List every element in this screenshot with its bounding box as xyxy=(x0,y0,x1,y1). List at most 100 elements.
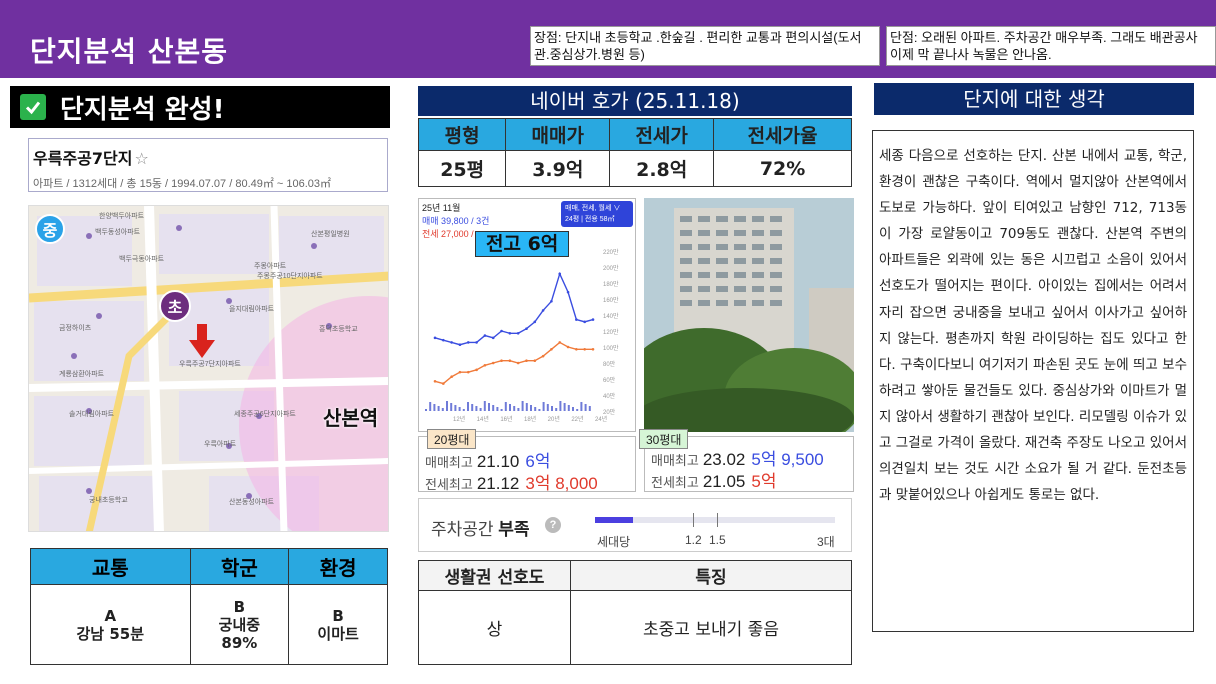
grade-environment: B 이마트 xyxy=(288,584,388,665)
chart-point xyxy=(475,341,478,344)
chart-volume-bar xyxy=(462,409,465,411)
chart-point xyxy=(450,375,453,379)
chart-point xyxy=(583,320,586,324)
parking-bar-fill xyxy=(595,517,634,523)
price-header-sale: 매매가 xyxy=(505,118,611,151)
cons-note: 단점: 오래된 아파트. 주차공간 매우부족. 그래도 배관공사 이제 막 끝나… xyxy=(886,26,1216,66)
chart-date-label: 25년 11월 xyxy=(422,203,461,213)
parking-tick-label-2: 1.5 xyxy=(709,533,726,547)
svg-text:솔거대림아파트: 솔거대림아파트 xyxy=(69,409,115,418)
middle-school-badge[interactable]: 중 xyxy=(35,214,65,244)
chart-xtick-label: 16년 xyxy=(500,415,512,423)
chart-volume-bar xyxy=(429,402,432,411)
analysis-complete-banner: 단지분석 완성! xyxy=(10,86,390,128)
grade-school: B 궁내중 89% xyxy=(189,584,290,665)
chart-volume-bar xyxy=(504,402,507,411)
chart-point xyxy=(516,331,520,335)
chart-plot: 220만 200만 180만 160만 140만 120만 100만 80만 60만 40만 20만… xyxy=(425,248,619,423)
chart-point xyxy=(525,359,528,363)
chart-volume-bar xyxy=(542,402,545,411)
chart-point xyxy=(458,343,462,347)
chart-volume-bar xyxy=(441,408,444,411)
chart-volume-bar xyxy=(437,406,440,411)
parking-tick-label-1: 1.2 xyxy=(685,533,702,547)
apartment-photo xyxy=(644,198,854,432)
parking-widget: 주차공간 부족 ? 세대당 1.2 1.5 3대 xyxy=(418,498,852,552)
svg-text:백두극동아파트: 백두극동아파트 xyxy=(119,254,165,263)
parking-tick-1 xyxy=(693,513,694,527)
chart-volume-bar xyxy=(525,403,528,411)
chart-xtick-label: 12년 xyxy=(453,415,465,423)
chart-xtick-label: 18년 xyxy=(524,415,536,423)
price-jeonse: 2.8억 xyxy=(609,150,715,187)
svg-text:주몽아파트: 주몽아파트 xyxy=(254,261,287,270)
chart-ytick-label: 60만 xyxy=(603,376,616,384)
svg-text:우륵주공7단지아파트: 우륵주공7단지아파트 xyxy=(179,359,241,368)
chart-point xyxy=(591,318,595,321)
chart-point xyxy=(575,347,578,351)
naver-price-table: 평형 매매가 전세가 전세가율 25평 3.9억 2.8억 72% xyxy=(417,118,852,187)
chart-point xyxy=(558,272,562,276)
chart-ytick-label: 200만 xyxy=(603,264,619,272)
chart-point xyxy=(508,359,512,363)
chart-point xyxy=(541,309,545,312)
chart-point xyxy=(466,341,470,344)
chart-point xyxy=(442,382,445,385)
chart-ytick-label: 120만 xyxy=(603,328,619,336)
chart-xtick-label: 20년 xyxy=(548,415,560,423)
chart-point xyxy=(550,299,553,303)
chart-volume-bar xyxy=(546,404,549,411)
chart-volume-bar xyxy=(454,405,457,411)
chart-point xyxy=(458,370,462,374)
svg-text:산본동성아파트: 산본동성아파트 xyxy=(229,497,275,506)
chart-volume-bar xyxy=(563,403,566,411)
chart-ytick-label: 180만 xyxy=(603,280,619,288)
chart-point xyxy=(541,354,545,358)
chart-volume-bar xyxy=(567,405,570,411)
price-history-chart[interactable]: 25년 11월 매매 39,800 / 3건 전세 27,000 / 매매, 전… xyxy=(418,198,636,432)
chart-ytick-label: 20만 xyxy=(603,408,616,416)
svg-text:백두동성아파트: 백두동성아파트 xyxy=(95,227,141,236)
complex-meta: 아파트 / 1312세대 / 총 15동 / 1994.07.07 / 80.4… xyxy=(33,178,332,190)
page-title: 단지분석 산본동 xyxy=(30,35,229,68)
complex-name: 우륵주공7단지 xyxy=(33,149,133,168)
elementary-school-badge[interactable]: 초 xyxy=(159,290,191,322)
price-ratio: 72% xyxy=(713,150,852,187)
chart-volume-bar xyxy=(555,408,558,411)
chart-point xyxy=(533,359,537,363)
parking-left-label: 세대당 xyxy=(597,535,631,549)
chart-ytick-label: 220만 xyxy=(603,248,619,256)
chart-volume-bar xyxy=(475,406,478,411)
complex-name-row: 우륵주공7단지 ☆ xyxy=(33,145,383,169)
chart-volume-bar xyxy=(488,403,490,411)
svg-text:계룡삼환아파트: 계룡삼환아파트 xyxy=(59,369,105,378)
chart-volume-bar xyxy=(517,408,520,411)
chart-filter-dropdown[interactable]: 매매, 전세, 월세 ∨ 24평 | 전용 58㎡ xyxy=(561,201,633,227)
svg-text:세종주공6단지아파트: 세종주공6단지아파트 xyxy=(234,409,296,418)
parking-bar xyxy=(595,517,835,523)
svg-text:우륵아파트: 우륵아파트 xyxy=(204,439,237,448)
grade-header-transport: 교통 xyxy=(30,548,191,585)
price-header-size: 평형 xyxy=(417,118,507,151)
chart-ytick-label: 40만 xyxy=(603,392,616,400)
help-icon[interactable]: ? xyxy=(545,517,561,533)
checkmark-icon xyxy=(20,94,46,120)
complex-info-card[interactable]: 우륵주공7단지 ☆ 아파트 / 1312세대 / 총 15동 / 1994.07.… xyxy=(28,138,388,192)
record-tag-20: 20평대 xyxy=(427,429,477,449)
svg-text:궁내초등학교: 궁내초등학교 xyxy=(89,495,128,504)
chart-series-sale xyxy=(434,271,594,346)
location-map[interactable]: 한양백두아파트 백두동성아파트 백두극동아파트 주몽아파트 주몽주공10단지아파… xyxy=(28,205,389,532)
chart-volume-bar xyxy=(471,404,474,411)
chart-point xyxy=(550,347,553,351)
pref-feature: 초중고 보내기 좋음 xyxy=(570,590,852,665)
record-20pyeong: 20평대 매매최고 21.10 6억 전세최고 21.12 3억 8,000 xyxy=(418,429,636,493)
parking-tick-2 xyxy=(717,513,718,527)
chart-volume-bar xyxy=(551,406,553,411)
chart-volume-bar xyxy=(496,407,499,411)
chart-point xyxy=(591,347,595,351)
favorite-star-icon[interactable]: ☆ xyxy=(134,149,148,168)
record-20-jeonse: 전세최고 21.12 3억 8,000 xyxy=(425,474,598,493)
chart-point xyxy=(500,359,503,363)
chart-volume-bar xyxy=(559,401,562,411)
chart-volume-bar xyxy=(500,409,503,411)
